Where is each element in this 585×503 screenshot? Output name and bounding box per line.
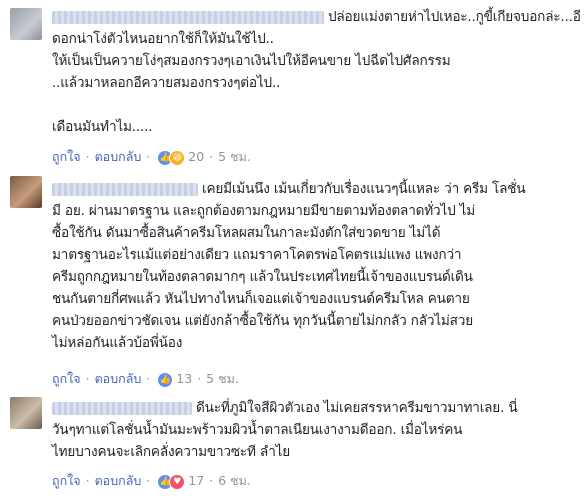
comment-text: ดีนะที่ภูมิใจสีผิวตัวเอง ไม่เคยสรรหาครีม… xyxy=(196,400,518,416)
commenter-name-redacted[interactable] xyxy=(52,10,324,24)
comment-text: ให้เป็นเป็นควายโง่ๆสมองกรวงๆเอาเงินไปให้… xyxy=(52,53,451,69)
comment-actions: ถูกใจ · ตอบกลับ · 👍 😆 20 · 5 ชม. xyxy=(52,147,251,167)
comment-text: เคยมีเม้นนึง เม้นเกี่ยวกับเรื่องแนวๆนี้แ… xyxy=(202,181,526,197)
comment-text: ชนกันตายกี่ศพแล้ว หันไปทางไหนก็เจอแต่เจ้… xyxy=(52,291,470,307)
reply-link[interactable]: ตอบกลับ xyxy=(95,473,142,488)
reaction-count[interactable]: 20 xyxy=(188,149,204,164)
comment-text: ดอกน่าโง่ตัวไหนอยากใช้ก็ให้มันใช้ไป.. xyxy=(52,31,274,47)
reaction-count[interactable]: 17 xyxy=(188,473,204,488)
reactions[interactable]: 👍 xyxy=(157,370,174,390)
avatar[interactable] xyxy=(10,8,42,40)
comment-3: ดีนะที่ภูมิใจสีผิวตัวเอง ไม่เคยสรรหาครีม… xyxy=(0,397,585,503)
comment-line: ปล่อยแม่งตายห่าไปเหอะ..กูขี้เกียจบอกล่ะ.… xyxy=(52,6,581,28)
like-link[interactable]: ถูกใจ xyxy=(52,149,81,164)
comment-line: ดีนะที่ภูมิใจสีผิวตัวเอง ไม่เคยสรรหาครีม… xyxy=(52,397,577,419)
reactions[interactable]: 👍 😆 xyxy=(157,148,186,168)
haha-reaction-icon: 😆 xyxy=(169,150,186,166)
comment-actions: ถูกใจ · ตอบกลับ · 👍 13 · 5 ชม. xyxy=(52,369,239,389)
reply-link[interactable]: ตอบกลับ xyxy=(95,149,142,164)
like-link[interactable]: ถูกใจ xyxy=(52,473,81,488)
avatar[interactable] xyxy=(10,176,42,208)
comment-text: ไม่หล่อกันแล้วบ้อพี่น้อง xyxy=(52,335,183,351)
comment-text: ปล่อยแม่งตายห่าไปเหอะ..กูขี้เกียจบอกล่ะ.… xyxy=(328,9,581,25)
comment-actions: ถูกใจ · ตอบกลับ · 👍 ♥ 17 · 6 ชม. xyxy=(52,471,251,491)
reply-link[interactable]: ตอบกลับ xyxy=(95,371,142,386)
comment-text: ซื้อใช้กัน ดันมาซื้อสินค้าครีมโหลผสมในกา… xyxy=(52,225,441,241)
comment-text: มี อย. ผ่านมาตรฐาน และถูกต้องตามกฎหมายมี… xyxy=(52,203,476,219)
like-reaction-icon: 👍 xyxy=(157,372,174,388)
comment-text: มาตรฐานอะไรแม้แต่อย่างเดียว แถมราคาโคตรพ… xyxy=(52,247,462,263)
like-link[interactable]: ถูกใจ xyxy=(52,371,81,386)
timestamp[interactable]: 5 ชม. xyxy=(218,149,251,164)
comment-text: ไทยบางคนจะเลิกคลั่งความขาวซะที ลำไย xyxy=(52,444,291,460)
comment-text: คนป่วยออกข่าวชัดเจน แต่ยังกล้าซื้อใช้กัน… xyxy=(52,313,473,329)
commenter-name-redacted[interactable] xyxy=(52,401,192,415)
timestamp[interactable]: 5 ชม. xyxy=(206,371,239,386)
comment-line: เคยมีเม้นนึง เม้นเกี่ยวกับเรื่องแนวๆนี้แ… xyxy=(52,178,577,200)
comment-text: ครีมถูกกฎหมายในท้องตลาดมากๆ แล้วในประเทศ… xyxy=(52,269,473,285)
comment-text: เดือนมันทำไม..... xyxy=(52,119,153,135)
reactions[interactable]: 👍 ♥ xyxy=(157,472,186,492)
love-reaction-icon: ♥ xyxy=(169,474,186,490)
comment-text: วันๆทาแต่โลชั่นน้ำมันมะพร้าวมผิวน้ำตาลเน… xyxy=(52,422,463,438)
comment-1: ปล่อยแม่งตายห่าไปเหอะ..กูขี้เกียจบอกล่ะ.… xyxy=(0,0,585,170)
comment-2: เคยมีเม้นนึง เม้นเกี่ยวกับเรื่องแนวๆนี้แ… xyxy=(0,170,585,388)
timestamp[interactable]: 6 ชม. xyxy=(218,473,251,488)
reaction-count[interactable]: 13 xyxy=(176,371,192,386)
comment-text: ..แล้วมาหลอกอีควายสมองกรวงๆต่อไป.. xyxy=(52,75,281,91)
avatar[interactable] xyxy=(10,397,42,429)
commenter-name-redacted[interactable] xyxy=(52,182,198,196)
